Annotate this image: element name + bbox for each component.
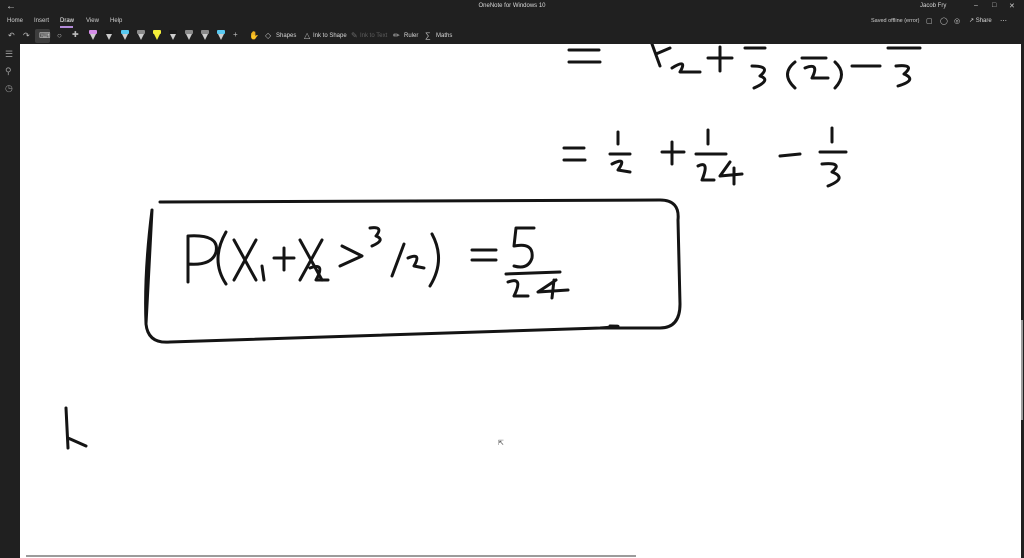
pen-tool-1[interactable] [89,30,97,41]
ink-equation-line-2 [562,126,848,188]
tab-help[interactable]: Help [110,18,122,24]
ink-to-shape-icon: △ [304,31,311,40]
ink-to-shape-button[interactable]: Ink to Shape [313,33,347,39]
pen-tool-7[interactable] [201,30,209,41]
add-space-icon[interactable]: ✚ [72,30,79,39]
ruler-icon: ✏ [393,31,400,40]
user-name[interactable]: Jacob Fry [920,3,946,9]
mouse-cursor-icon: ⇱ [498,440,504,447]
pen-tool-6[interactable] [185,30,193,41]
title-bar: ← OneNote for Windows 10 Jacob Fry – □ ✕ [0,0,1024,16]
maths-icon: ∑ [425,31,431,40]
pen-tool-2[interactable] [105,30,113,41]
bell-icon[interactable]: ◎ [954,17,960,25]
eraser-icon[interactable]: ○ [57,31,62,40]
redo-icon[interactable]: ↷ [23,31,30,40]
horizontal-scrollbar[interactable] [26,555,636,557]
tab-draw[interactable]: Draw [60,18,74,24]
lightbulb-icon[interactable]: ◯ [940,17,948,25]
lasso-select-icon: ⌨ [39,31,51,40]
pen-tool-8[interactable] [217,30,225,41]
add-pen-icon[interactable]: + [233,30,238,39]
notebook-icon[interactable]: ▢ [926,17,933,25]
ruler-button[interactable]: Ruler [404,33,418,39]
sync-status[interactable]: Saved offline (error) [871,18,920,24]
ink-to-text-icon: ✎ [351,31,358,40]
share-button[interactable]: ↗ Share [969,17,992,24]
ink-equation-line-1 [567,44,922,90]
pen-tool-3[interactable] [121,30,129,41]
notebooks-icon[interactable]: ☰ [5,49,13,60]
maximize-icon[interactable]: □ [992,2,996,9]
ink-to-text-button: Ink to Text [360,33,388,39]
more-options-icon[interactable]: ⋯ [1000,17,1007,25]
shapes-icon: ◇ [265,31,272,40]
search-icon[interactable]: ⚲ [5,66,12,77]
recent-notes-icon[interactable]: ◷ [5,83,13,94]
minimize-icon[interactable]: – [974,2,978,9]
close-icon[interactable]: ✕ [1009,2,1015,10]
share-label: Share [975,18,992,24]
tab-home[interactable]: Home [7,18,23,24]
pen-tool-4[interactable] [137,30,145,41]
ink-partial-stroke [64,406,88,450]
shapes-button[interactable]: Shapes [276,33,296,39]
vertical-scrollbar[interactable] [1021,320,1023,420]
undo-icon[interactable]: ↶ [8,31,15,40]
app-title: OneNote for Windows 10 [478,3,546,9]
ink-layer [64,44,922,450]
highlighter-tool[interactable] [153,30,161,41]
touch-draw-icon[interactable]: ✋ [249,31,259,40]
tab-insert[interactable]: Insert [34,18,49,24]
tab-view[interactable]: View [86,18,99,24]
pen-tool-5[interactable] [169,30,177,41]
ink-boxed-result [144,198,682,344]
note-canvas[interactable] [20,44,1021,558]
navigation-rail: ☰ ⚲ ◷ [0,44,20,558]
maths-button[interactable]: Maths [436,33,452,39]
